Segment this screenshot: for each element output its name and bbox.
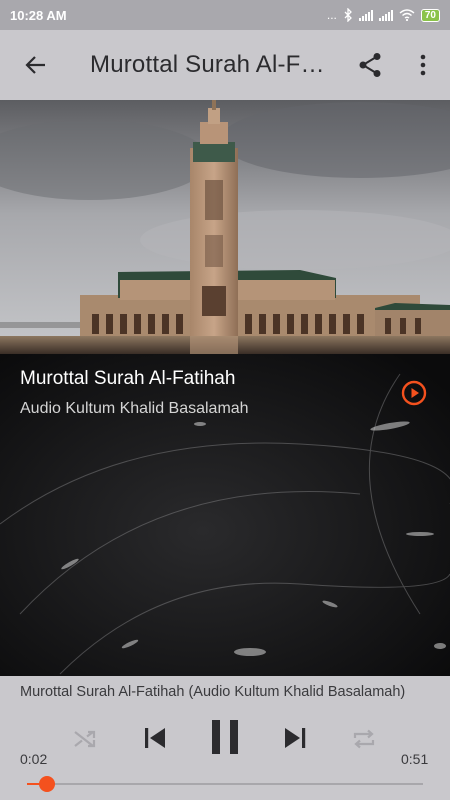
player-controls: Murottal Surah Al-Fatihah (Audio Kultum … [0, 676, 450, 800]
page-title: Murottal Surah Al-Fatihah [90, 51, 330, 78]
album-art-mosque [0, 100, 450, 354]
notification-dots: ... [326, 8, 337, 22]
mosque-image [0, 100, 450, 354]
wifi-icon [399, 9, 415, 21]
share-button[interactable] [345, 30, 395, 100]
app-bar: Murottal Surah Al-Fatihah [0, 30, 450, 100]
bluetooth-icon [344, 8, 352, 22]
battery-icon: 70 [420, 8, 440, 22]
repeat-icon [353, 729, 375, 749]
skip-next-icon [285, 728, 306, 748]
previous-button[interactable] [138, 720, 172, 756]
now-playing-text: Murottal Surah Al-Fatihah (Audio Kultum … [20, 684, 406, 700]
status-bar: 10:28 AM ... 70 [0, 0, 450, 30]
play-circle-icon [401, 380, 427, 406]
shuffle-icon [74, 730, 96, 748]
elapsed-time: 0:02 [20, 751, 48, 767]
play-track-button[interactable] [401, 380, 427, 406]
repeat-button[interactable] [349, 724, 379, 754]
more-options-button[interactable] [400, 30, 445, 100]
shuffle-button[interactable] [70, 724, 100, 754]
share-icon [359, 53, 381, 77]
seek-bar[interactable] [27, 776, 423, 792]
player-artwork: Murottal Surah Al-Fatihah Audio Kultum K… [0, 354, 450, 676]
status-time: 10:28 AM [10, 7, 67, 23]
pause-icon [212, 720, 238, 754]
back-button[interactable] [0, 30, 70, 100]
total-duration: 0:51 [401, 751, 429, 767]
signal-icon [358, 9, 373, 21]
more-vert-icon [420, 54, 425, 76]
back-arrow-icon [25, 56, 45, 74]
seek-thumb[interactable] [38, 776, 55, 792]
track-title: Murottal Surah Al-Fatihah [20, 368, 236, 389]
status-icons: ... 70 [327, 8, 440, 22]
skip-previous-icon [145, 728, 165, 748]
pause-button[interactable] [205, 716, 245, 758]
next-button[interactable] [278, 720, 312, 756]
signal-icon [378, 9, 393, 21]
track-artist: Audio Kultum Khalid Basalamah [20, 400, 249, 417]
